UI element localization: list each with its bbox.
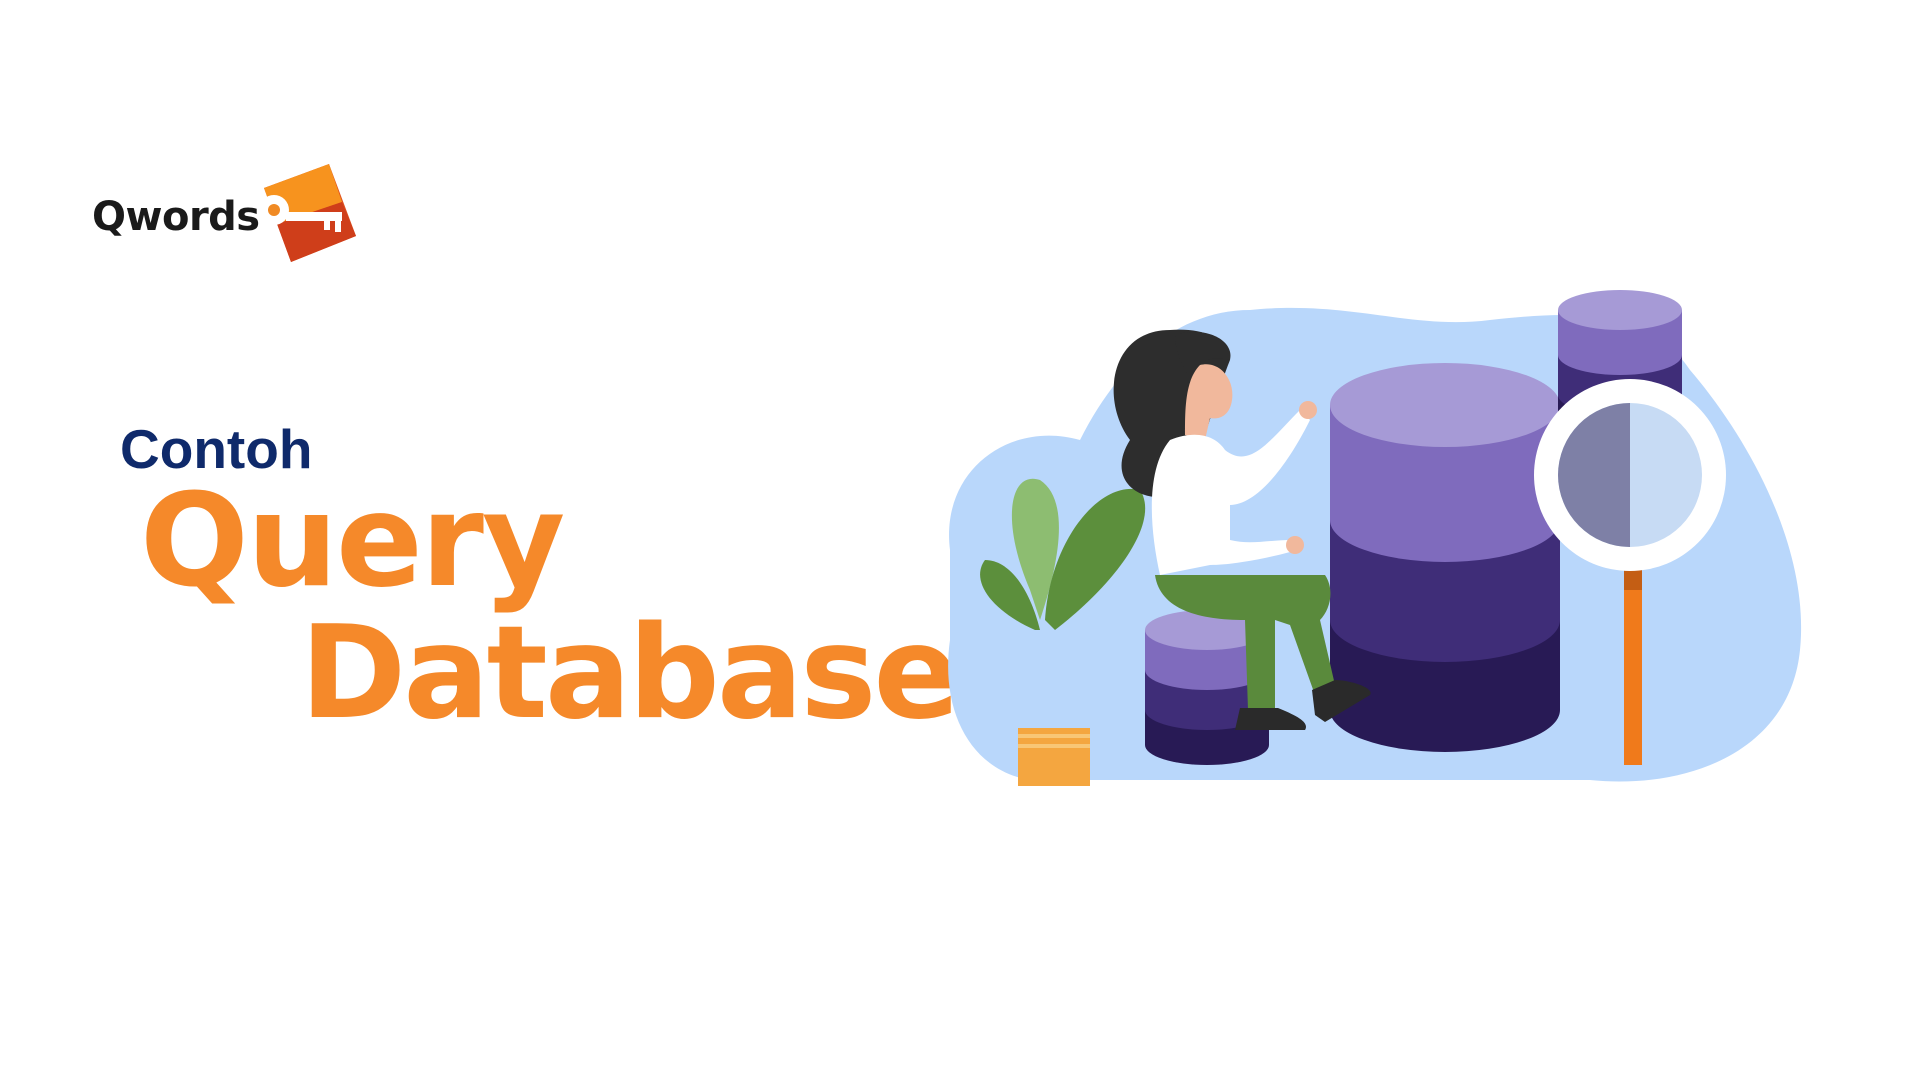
key-icon bbox=[259, 164, 356, 262]
brand-name: Qwords bbox=[92, 194, 260, 240]
qwords-logo[interactable]: Qwords bbox=[92, 158, 392, 278]
page: Qwords Contoh Query Database bbox=[0, 0, 1920, 1080]
database-illustration bbox=[948, 290, 1802, 786]
title-database: Database bbox=[300, 599, 960, 748]
title-query: Query bbox=[140, 467, 565, 616]
